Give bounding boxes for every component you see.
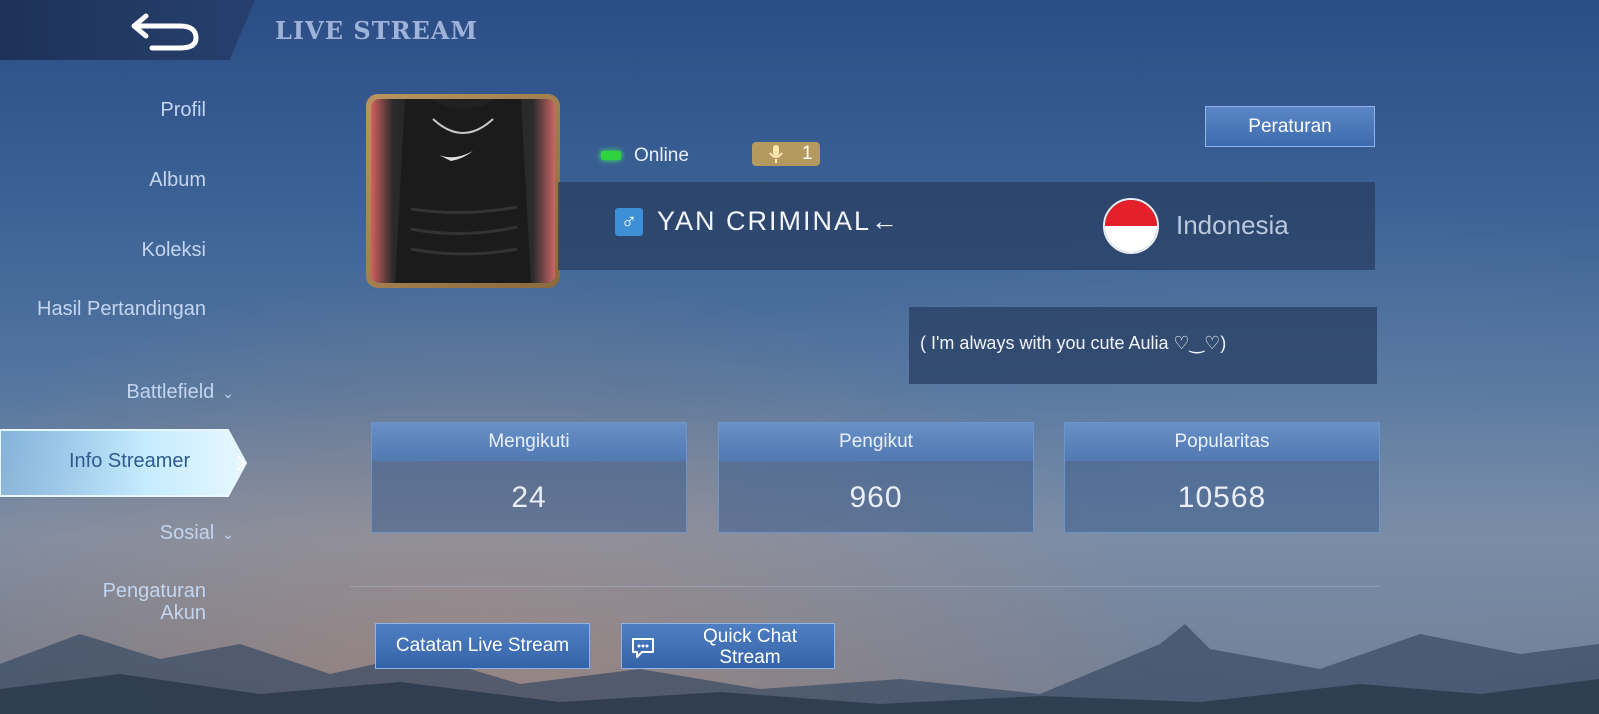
mic-badge: 1 — [752, 142, 820, 166]
avatar[interactable] — [366, 94, 560, 288]
quick-chat-label-line2: Stream — [719, 647, 781, 668]
sidebar-item-label: Sosial — [159, 522, 215, 544]
chat-bubble-icon — [632, 638, 654, 658]
sidebar-item-hasil-pertandingan[interactable]: Hasil Pertandingan — [36, 298, 206, 320]
sidebar-item-album[interactable]: Album — [149, 169, 206, 191]
back-arrow-icon — [131, 13, 199, 51]
back-button[interactable] — [128, 8, 204, 52]
live-stream-record-button[interactable]: Catatan Live Stream — [375, 623, 590, 669]
quick-chat-label: Quick Chat Stream — [666, 626, 834, 668]
sidebar-item-label: Pengaturan Akun — [102, 580, 206, 624]
stat-label: Popularitas — [1065, 423, 1379, 461]
sidebar-item-battlefield[interactable]: Battlefield ⌄ — [126, 381, 234, 404]
stat-following[interactable]: Mengikuti 24 — [371, 422, 687, 533]
microphone-icon — [769, 145, 783, 163]
avatar-image — [371, 99, 555, 283]
online-status-indicator — [601, 151, 621, 160]
sidebar-item-label: Album — [149, 169, 206, 191]
quick-chat-label-line1: Quick Chat — [703, 626, 797, 647]
stat-label: Mengikuti — [372, 423, 686, 461]
online-status-text: Online — [634, 145, 689, 166]
indonesia-flag-icon — [1103, 198, 1159, 254]
page-title: LIVE STREAM — [275, 16, 478, 45]
stat-popularity[interactable]: Popularitas 10568 — [1064, 422, 1380, 533]
sidebar-item-label: Battlefield — [126, 381, 215, 403]
country-name: Indonesia — [1176, 210, 1289, 240]
sidebar-item-label: Hasil Pertandingan — [37, 298, 206, 320]
male-gender-icon: ♂ — [615, 208, 643, 236]
chevron-down-icon: ⌄ — [222, 385, 234, 401]
stat-label: Pengikut — [719, 423, 1033, 461]
quick-chat-stream-button[interactable]: Quick Chat Stream — [621, 623, 835, 669]
mic-count: 1 — [802, 143, 813, 164]
player-name: YAN CRIMINAL← — [657, 206, 901, 236]
sidebar-item-sosial[interactable]: Sosial ⌄ — [160, 522, 234, 545]
sidebar-item-info-streamer[interactable]: Info Streamer — [69, 450, 190, 473]
sidebar-item-label: Profil — [160, 99, 206, 121]
sidebar-item-profil[interactable]: Profil — [160, 99, 206, 121]
sidebar-item-label: Koleksi — [141, 239, 206, 261]
stat-value: 10568 — [1177, 481, 1267, 514]
divider — [350, 586, 1380, 587]
stat-value: 24 — [511, 481, 547, 514]
stat-value: 960 — [849, 481, 903, 514]
sidebar-item-koleksi[interactable]: Koleksi — [142, 239, 206, 261]
bio-text: ( I'm always with you cute Aulia ♡‿♡) — [920, 333, 1227, 353]
rules-button[interactable]: Peraturan — [1205, 106, 1375, 147]
chevron-down-icon: ⌄ — [222, 526, 234, 542]
sidebar-item-pengaturan-akun[interactable]: Pengaturan Akun — [66, 580, 206, 624]
stat-followers[interactable]: Pengikut 960 — [718, 422, 1034, 533]
